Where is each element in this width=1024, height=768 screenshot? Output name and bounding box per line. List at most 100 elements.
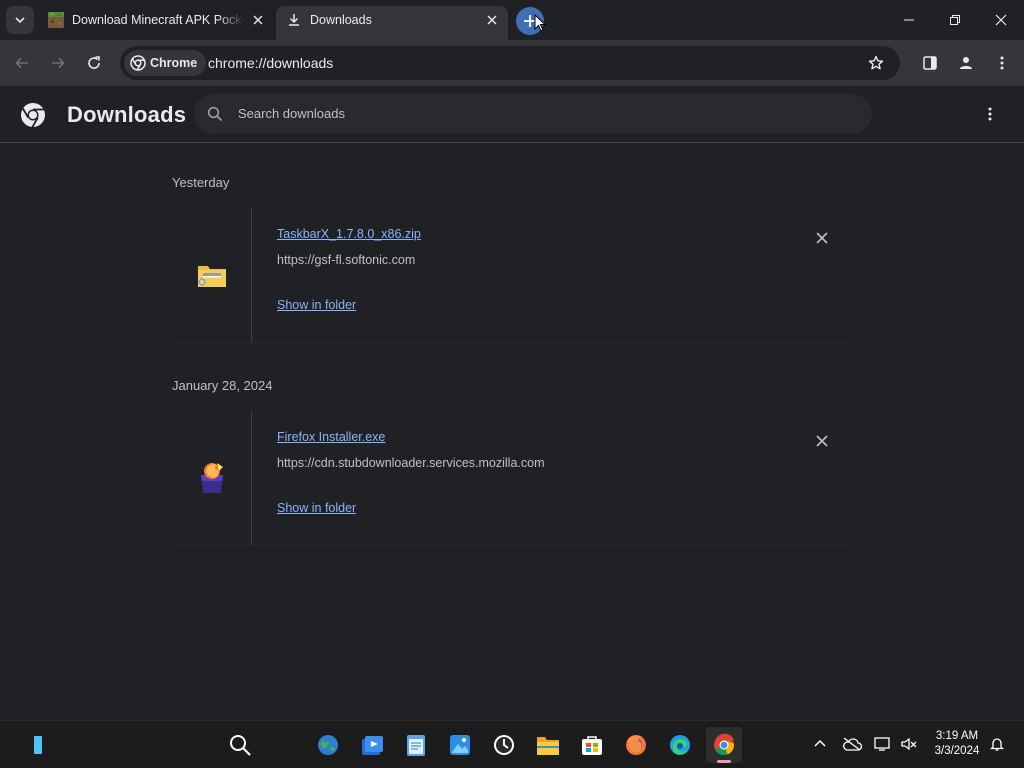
reload-icon [86, 55, 102, 71]
onedrive-tray[interactable] [841, 733, 863, 755]
tab-title: Downloads [310, 13, 372, 27]
windows-taskbar: 3:19 AM 3/3/2024 [0, 720, 1024, 768]
download-item: Firefox Installer.exe https://cdn.stubdo… [172, 411, 850, 546]
side-panel-icon [922, 55, 938, 71]
browser-menu-button[interactable] [986, 47, 1018, 79]
chevron-down-icon [14, 14, 26, 26]
date-header: Yesterday [172, 175, 230, 190]
file-name-link[interactable]: TaskbarX_1.7.8.0_x86.zip [277, 227, 421, 241]
clock-date: 3/3/2024 [934, 745, 980, 757]
windows-logo-icon [33, 735, 43, 755]
taskbar-edge[interactable] [662, 727, 698, 763]
restore-icon [950, 15, 960, 25]
system-clock[interactable]: 3:19 AM 3/3/2024 [928, 729, 986, 759]
active-app-indicator [717, 760, 731, 763]
taskbar-search-button[interactable] [222, 727, 258, 763]
kebab-menu-icon [1000, 55, 1004, 71]
taskbar-notepad[interactable] [398, 727, 434, 763]
back-button[interactable] [6, 47, 38, 79]
page-title: Downloads [67, 102, 187, 127]
side-panel-button[interactable] [914, 47, 946, 79]
file-name-link[interactable]: Firefox Installer.exe [277, 430, 385, 444]
search-icon [207, 106, 223, 122]
taskbar-firefox[interactable] [618, 727, 654, 763]
speaker-muted-icon [900, 736, 918, 752]
chrome-logo-icon [20, 102, 46, 128]
network-tray[interactable] [872, 733, 894, 755]
clock-icon [492, 733, 516, 757]
search-placeholder: Search downloads [238, 106, 345, 121]
photos-icon [448, 733, 472, 757]
download-icon [286, 12, 302, 28]
profile-avatar-icon [958, 55, 974, 71]
divider [172, 342, 850, 343]
file-icon-column [172, 208, 252, 342]
file-icon-column [172, 411, 252, 545]
notifications-button[interactable] [986, 733, 1008, 755]
taskbar-photos[interactable] [442, 727, 478, 763]
taskbar-widgets[interactable] [310, 727, 346, 763]
search-downloads-input[interactable]: Search downloads [194, 94, 872, 134]
taskbar-media-player[interactable] [354, 727, 390, 763]
tab-strip: Download Minecraft APK Pocke Downloads [0, 0, 1024, 40]
search-icon [228, 733, 252, 757]
profile-button[interactable] [950, 47, 982, 79]
zip-folder-icon [197, 262, 227, 288]
firefox-installer-icon [197, 461, 227, 495]
chip-label: Chrome [150, 56, 198, 70]
close-icon [816, 435, 828, 447]
address-bar[interactable]: Chrome chrome://downloads [120, 46, 900, 80]
taskbar-file-explorer[interactable] [530, 727, 566, 763]
minimize-icon [904, 15, 914, 25]
media-player-icon [360, 733, 384, 757]
notepad-icon [405, 733, 427, 757]
tab-minecraft[interactable]: Download Minecraft APK Pocke [42, 6, 270, 34]
tab-search-button[interactable] [6, 6, 34, 34]
close-window-button[interactable] [978, 0, 1024, 40]
show-in-folder-link[interactable]: Show in folder [277, 501, 356, 515]
downloads-header: Downloads Search downloads [0, 86, 1024, 143]
url-text[interactable]: chrome://downloads [208, 46, 333, 80]
taskbar-chrome[interactable] [706, 727, 742, 763]
close-icon [816, 232, 828, 244]
network-icon [874, 736, 892, 752]
downloads-menu-button[interactable] [982, 106, 998, 122]
chrome-icon [712, 733, 736, 757]
cloud-off-icon [842, 737, 862, 751]
date-header: January 28, 2024 [172, 378, 273, 393]
site-info-chip[interactable]: Chrome [124, 50, 207, 76]
remove-download-button[interactable] [812, 228, 832, 248]
back-arrow-icon [14, 55, 30, 71]
close-tab-icon[interactable] [484, 12, 500, 28]
chevron-up-icon [814, 738, 826, 750]
taskbar-store[interactable] [574, 727, 610, 763]
show-in-folder-link[interactable]: Show in folder [277, 298, 356, 312]
close-tab-icon[interactable] [250, 12, 266, 28]
tab-title: Download Minecraft APK Pocke [72, 13, 244, 27]
mouse-cursor-icon [534, 14, 546, 32]
download-item: TaskbarX_1.7.8.0_x86.zip https://gsf-fl.… [172, 208, 850, 343]
tab-downloads[interactable]: Downloads [276, 6, 508, 40]
restore-button[interactable] [932, 0, 978, 40]
chrome-logo-icon [130, 55, 150, 71]
start-button[interactable] [20, 727, 56, 763]
edge-icon [668, 733, 692, 757]
firefox-icon [624, 733, 648, 757]
store-icon [581, 734, 603, 756]
reload-button[interactable] [78, 47, 110, 79]
folder-icon [536, 734, 560, 756]
divider [172, 545, 850, 546]
show-hidden-icons-button[interactable] [809, 733, 831, 755]
minimize-button[interactable] [886, 0, 932, 40]
globe-icon [316, 733, 340, 757]
taskbar-clock-app[interactable] [486, 727, 522, 763]
close-icon [995, 14, 1007, 26]
downloads-list: Yesterday TaskbarX_1.7.8.0_x86.zip https… [0, 143, 1024, 720]
forward-button[interactable] [42, 47, 74, 79]
bookmark-star-icon[interactable] [868, 55, 884, 71]
volume-tray[interactable] [898, 733, 920, 755]
remove-download-button[interactable] [812, 431, 832, 451]
forward-arrow-icon [50, 55, 66, 71]
bell-icon [989, 736, 1005, 752]
clock-time: 3:19 AM [935, 730, 979, 742]
